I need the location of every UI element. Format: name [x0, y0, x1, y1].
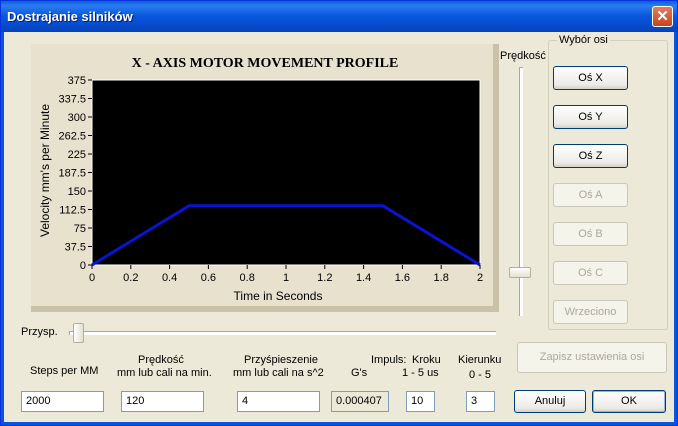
plot-area: [91, 79, 481, 266]
chart-title: X - AXIS MOTOR MOVEMENT PROFILE: [132, 56, 399, 71]
y-tick-label: 0: [80, 260, 86, 272]
x-tick-label: 0.8: [240, 272, 255, 284]
x-tick-label: 0.6: [201, 272, 216, 284]
cancel-button[interactable]: Anuluj: [514, 390, 586, 413]
accel-slider-thumb[interactable]: [73, 323, 84, 343]
accel-slider-track[interactable]: [69, 331, 496, 335]
chart-svg: X - AXIS MOTOR MOVEMENT PROFILE037.57511…: [38, 56, 483, 303]
gs-label: G's: [351, 367, 368, 379]
y-tick-label: 75: [74, 223, 86, 235]
dir-pulse-input[interactable]: 3: [466, 391, 495, 412]
y-tick-label: 150: [68, 186, 86, 198]
axis-button-4[interactable]: Oś B: [553, 222, 628, 246]
axis-button-6[interactable]: Wrzeciono: [553, 300, 628, 324]
y-tick-label: 262.5: [58, 131, 86, 143]
accel-input[interactable]: 4: [237, 391, 320, 412]
speed-slider-label: Prędkość: [500, 50, 546, 62]
steps-per-mm-input[interactable]: 2000: [21, 391, 104, 412]
close-button[interactable]: ✕: [652, 6, 673, 27]
title-bar[interactable]: Dostrajanie silników ✕: [1, 1, 677, 32]
y-tick-label: 375: [68, 75, 86, 87]
axis-button-3[interactable]: Oś A: [553, 183, 628, 207]
x-tick-label: 1.4: [356, 272, 371, 284]
x-tick-label: 1: [283, 272, 289, 284]
axis-button-1[interactable]: Oś Y: [553, 105, 628, 129]
save-axis-settings-button[interactable]: Zapisz ustawienia osi: [517, 342, 667, 373]
impuls-label: Impuls:: [371, 354, 407, 366]
x-axis-label: Time in Seconds: [234, 289, 323, 303]
speed-label: Prędkość: [138, 354, 184, 366]
y-tick-label: 300: [68, 112, 86, 124]
tuning-dialog: Dostrajanie silników ✕ X - AXIS MOTOR MO…: [0, 0, 678, 426]
axis-button-0[interactable]: Oś X: [553, 66, 628, 90]
kroku-label: Kroku: [412, 354, 441, 366]
steps-per-mm-label: Steps per MM: [30, 365, 99, 377]
accel-slider-label: Przysp.: [21, 326, 58, 338]
close-icon: ✕: [656, 8, 669, 25]
speed-slider-thumb[interactable]: [509, 267, 531, 278]
y-tick-label: 225: [68, 149, 86, 161]
x-tick-label: 0.2: [123, 272, 138, 284]
speed-units-label: mm lub cali na min.: [117, 367, 212, 379]
x-tick-label: 1.6: [395, 272, 410, 284]
speed-input[interactable]: 120: [121, 391, 204, 412]
kroku-range-label: 1 - 5 us: [402, 367, 439, 379]
accel-label: Przyśpieszenie: [244, 354, 318, 366]
x-tick-label: 2: [477, 272, 483, 284]
motor-profile-chart: X - AXIS MOTOR MOVEMENT PROFILE 0 37.5 75 11…: [31, 44, 499, 312]
ok-button[interactable]: OK: [592, 390, 666, 413]
y-axis-label: Velocity mm's per Minute: [38, 104, 52, 237]
axis-button-2[interactable]: Oś Z: [553, 144, 628, 168]
window-border-right: [674, 32, 677, 425]
axis-group-title: Wybór osi: [557, 34, 610, 46]
kierunku-label: Kierunku: [458, 354, 502, 366]
gs-readout: 0.000407: [331, 391, 389, 412]
x-tick-label: 0: [89, 272, 95, 284]
axis-button-5[interactable]: Oś C: [553, 261, 628, 285]
x-tick-label: 1.2: [317, 272, 332, 284]
speed-slider-track[interactable]: [519, 67, 523, 316]
step-pulse-input[interactable]: 10: [406, 391, 435, 412]
x-tick-label: 0.4: [162, 272, 177, 284]
kierunku-range-label: 0 - 5: [469, 369, 492, 381]
y-tick-label: 37.5: [65, 242, 86, 254]
window-title: Dostrajanie silników: [7, 9, 133, 24]
x-tick-label: 1.8: [434, 272, 449, 284]
accel-units-label: mm lub cali na s^2: [233, 367, 324, 379]
y-tick-label: 187.5: [58, 168, 86, 180]
y-tick-label: 112.5: [59, 205, 86, 217]
window-border-bottom: [1, 422, 677, 425]
window-border-left: [1, 32, 4, 425]
y-tick-label: 337.5: [58, 94, 86, 106]
